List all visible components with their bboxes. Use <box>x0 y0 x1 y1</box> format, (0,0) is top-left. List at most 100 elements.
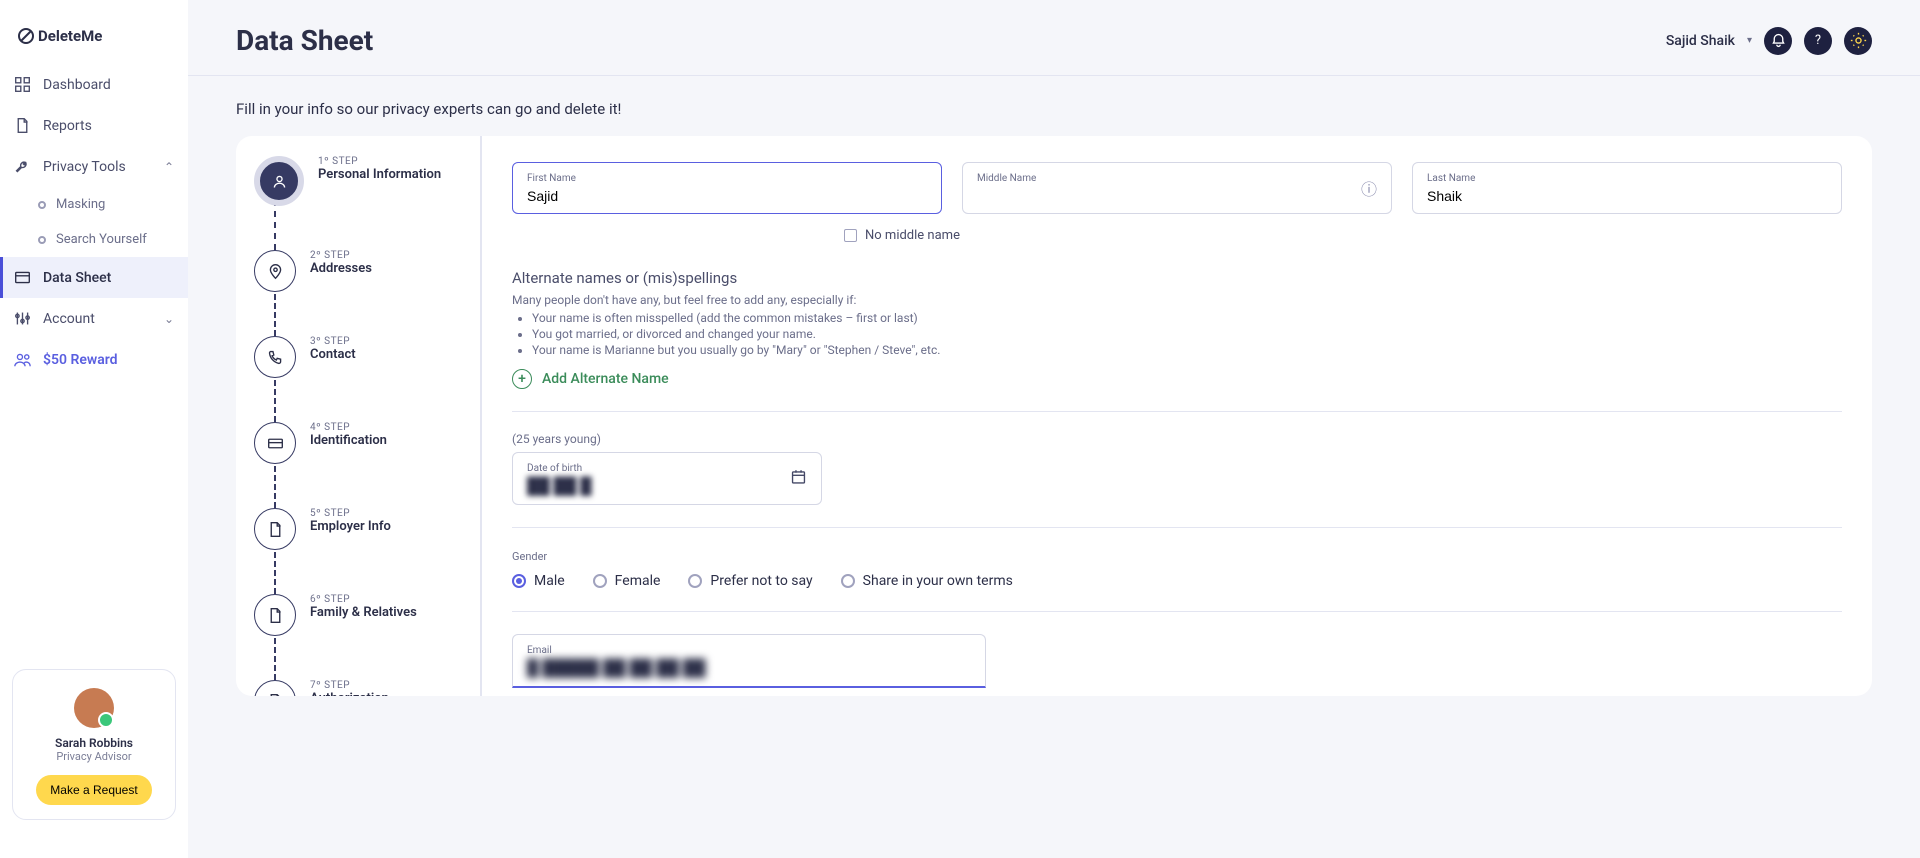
file-icon <box>14 117 31 134</box>
bell-icon <box>1770 32 1787 49</box>
notifications-button[interactable] <box>1764 27 1792 55</box>
sidebar-item-dashboard[interactable]: Dashboard <box>0 64 188 105</box>
help-item: Your name is Marianne but you usually go… <box>532 343 1842 357</box>
step-title: Authorization <box>310 691 389 696</box>
svg-text:DeleteMe: DeleteMe <box>38 28 102 44</box>
sidebar-item-label: Account <box>43 311 95 327</box>
divider <box>512 527 1842 528</box>
calendar-icon[interactable] <box>790 468 807 489</box>
step-employer-info[interactable]: 5º STEP Employer Info <box>254 508 466 594</box>
step-number: 4º STEP <box>310 422 387 433</box>
chevron-down-icon: ⌄ <box>164 312 174 326</box>
dob-value: ██ ██ █ <box>527 476 592 496</box>
sidebar-item-label: $50 Reward <box>43 352 118 368</box>
sidebar-item-masking[interactable]: Masking <box>28 187 188 222</box>
gender-label: Gender <box>512 550 1842 563</box>
email-field[interactable]: Email █ █████ ██ ██ ██ ██ <box>512 634 986 688</box>
bullet-icon <box>38 201 46 209</box>
middle-name-field[interactable]: Middle Name ⓘ <box>962 162 1392 214</box>
form-area: First Name Middle Name ⓘ Last Name No mi… <box>482 136 1872 696</box>
sidebar-item-account[interactable]: Account ⌄ <box>0 298 188 339</box>
radio-icon <box>512 574 526 588</box>
gender-option-prefer-not-to-say[interactable]: Prefer not to say <box>688 573 812 589</box>
data-sheet-card: 1º STEP Personal Information 2º STEP Add… <box>236 136 1872 696</box>
sidebar-nav: Dashboard Reports Privacy Tools ⌃ Maskin… <box>0 64 188 380</box>
gender-option-female[interactable]: Female <box>593 573 661 589</box>
step-number: 2º STEP <box>310 250 372 261</box>
page-title: Data Sheet <box>236 24 373 57</box>
alternate-names-help: Many people don't have any, but feel fre… <box>512 293 1842 357</box>
help-item: Your name is often misspelled (add the c… <box>532 311 1842 325</box>
page-subtext: Fill in your info so our privacy experts… <box>188 76 1920 136</box>
first-name-input[interactable] <box>527 188 927 204</box>
field-label: Email <box>527 645 971 656</box>
sidebar-item-search-yourself[interactable]: Search Yourself <box>28 222 188 257</box>
sidebar-item-label: Data Sheet <box>43 270 111 286</box>
advisor-role: Privacy Advisor <box>25 750 163 763</box>
theme-toggle-button[interactable] <box>1844 27 1872 55</box>
step-family-relatives[interactable]: 6º STEP Family & Relatives <box>254 594 466 680</box>
sidebar-item-reports[interactable]: Reports <box>0 105 188 146</box>
gender-option-own-terms[interactable]: Share in your own terms <box>841 573 1013 589</box>
field-label: First Name <box>527 173 927 184</box>
user-icon <box>271 173 288 190</box>
step-title: Personal Information <box>318 167 441 182</box>
document-icon <box>267 607 284 624</box>
last-name-input[interactable] <box>1427 188 1827 204</box>
sidebar-item-label: Privacy Tools <box>43 159 126 175</box>
sidebar-item-label: Reports <box>43 118 92 134</box>
step-authorization[interactable]: 7º STEP Authorization <box>254 680 466 696</box>
card-icon <box>14 269 31 286</box>
sidebar-item-data-sheet[interactable]: Data Sheet <box>0 257 188 298</box>
age-label: (25 years young) <box>512 432 1842 446</box>
map-pin-icon <box>267 263 284 280</box>
help-item: You got married, or divorced and changed… <box>532 327 1842 341</box>
step-number: 3º STEP <box>310 336 356 347</box>
email-value: █ █████ ██ ██ ██ ██ <box>527 658 706 678</box>
step-personal-information[interactable]: 1º STEP Personal Information <box>254 156 466 250</box>
user-name-label: Sajid Shaik <box>1666 33 1735 49</box>
no-middle-name-checkbox[interactable] <box>844 229 857 242</box>
add-alternate-name-button[interactable]: + Add Alternate Name <box>512 369 1842 389</box>
wrench-icon <box>14 158 31 175</box>
sidebar: DeleteMe Dashboard Reports Privacy Tools… <box>0 0 188 858</box>
brand-logo: DeleteMe <box>0 0 188 64</box>
no-middle-name-label: No middle name <box>865 228 960 243</box>
divider <box>512 411 1842 412</box>
sidebar-item-reward[interactable]: $50 Reward <box>0 339 188 380</box>
step-identification[interactable]: 4º STEP Identification <box>254 422 466 508</box>
field-label: Last Name <box>1427 173 1827 184</box>
make-request-button[interactable]: Make a Request <box>36 775 151 805</box>
sliders-icon <box>14 310 31 327</box>
radio-icon <box>688 574 702 588</box>
document-icon <box>267 693 284 697</box>
gender-option-male[interactable]: Male <box>512 573 565 589</box>
step-number: 5º STEP <box>310 508 391 519</box>
grid-icon <box>14 76 31 93</box>
chevron-down-icon[interactable]: ▾ <box>1747 35 1752 46</box>
avatar <box>74 688 114 728</box>
sidebar-sub-label: Search Yourself <box>56 232 147 247</box>
step-number: 6º STEP <box>310 594 417 605</box>
sidebar-item-privacy-tools[interactable]: Privacy Tools ⌃ <box>0 146 188 187</box>
last-name-field[interactable]: Last Name <box>1412 162 1842 214</box>
step-title: Employer Info <box>310 519 391 534</box>
step-addresses[interactable]: 2º STEP Addresses <box>254 250 466 336</box>
step-title: Family & Relatives <box>310 605 417 620</box>
step-contact[interactable]: 3º STEP Contact <box>254 336 466 422</box>
radio-icon <box>593 574 607 588</box>
first-name-field[interactable]: First Name <box>512 162 942 214</box>
middle-name-input[interactable] <box>977 188 1377 204</box>
radio-icon <box>841 574 855 588</box>
info-icon[interactable]: ⓘ <box>1361 176 1377 200</box>
users-icon <box>14 351 31 368</box>
stepper: 1º STEP Personal Information 2º STEP Add… <box>236 136 482 696</box>
advisor-name: Sarah Robbins <box>25 736 163 750</box>
sun-icon <box>1850 32 1867 49</box>
dob-field[interactable]: Date of birth ██ ██ █ <box>512 452 822 505</box>
chevron-up-icon: ⌃ <box>164 160 174 174</box>
help-button[interactable]: ? <box>1804 27 1832 55</box>
field-label: Date of birth <box>527 463 807 474</box>
header: Data Sheet Sajid Shaik ▾ ? <box>188 0 1920 76</box>
main-content: Data Sheet Sajid Shaik ▾ ? Fill in your … <box>188 0 1920 858</box>
